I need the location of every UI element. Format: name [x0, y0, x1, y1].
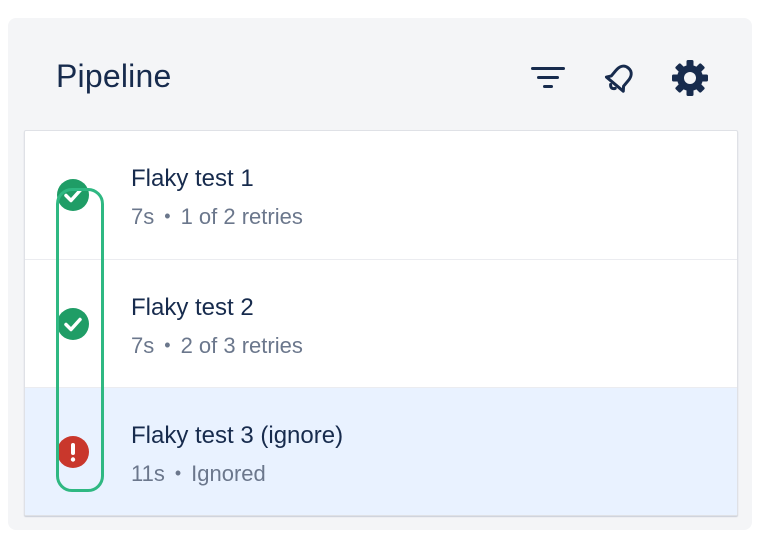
test-meta: 7s • 1 of 2 retries: [131, 204, 303, 230]
test-detail: 2 of 3 retries: [180, 333, 303, 358]
test-detail: Ignored: [191, 461, 266, 486]
test-title: Flaky test 1: [131, 165, 254, 192]
test-duration: 7s: [131, 204, 155, 229]
panel-title: Pipeline: [56, 58, 172, 94]
test-meta: 7s • 2 of 3 retries: [131, 333, 303, 359]
test-list: Flaky test 1 7s • 1 of 2 retries Flaky tes…: [24, 130, 738, 516]
test-title: Flaky test 3 (ignore): [131, 422, 344, 449]
pipeline-panel: Pipeline Flaky test 1 7s • 1 of 2 retrie…: [8, 18, 752, 530]
test-duration: 11s: [131, 461, 165, 486]
separator-dot: •: [164, 206, 171, 226]
success-check-icon: [57, 179, 89, 211]
filter-button[interactable]: [528, 58, 568, 98]
test-row-selected[interactable]: Flaky test 3 (ignore) 11s • Ignored: [25, 387, 737, 515]
test-detail: 1 of 2 retries: [180, 204, 303, 229]
success-check-icon: [57, 308, 89, 340]
test-row[interactable]: Flaky test 2 7s • 2 of 3 retries: [25, 259, 737, 388]
panel-header: Pipeline: [8, 18, 752, 130]
test-meta: 11s • Ignored: [131, 461, 266, 487]
separator-dot: •: [164, 335, 171, 355]
settings-button[interactable]: [670, 58, 710, 98]
test-duration: 7s: [131, 333, 155, 358]
error-exclamation-icon: [57, 436, 89, 468]
notifications-button[interactable]: [600, 58, 640, 98]
separator-dot: •: [174, 463, 182, 483]
gear-icon: [672, 60, 708, 96]
bell-icon: [604, 64, 633, 93]
filter-icon: [531, 67, 565, 88]
test-title: Flaky test 2: [131, 294, 254, 321]
test-row[interactable]: Flaky test 1 7s • 1 of 2 retries: [25, 131, 737, 259]
